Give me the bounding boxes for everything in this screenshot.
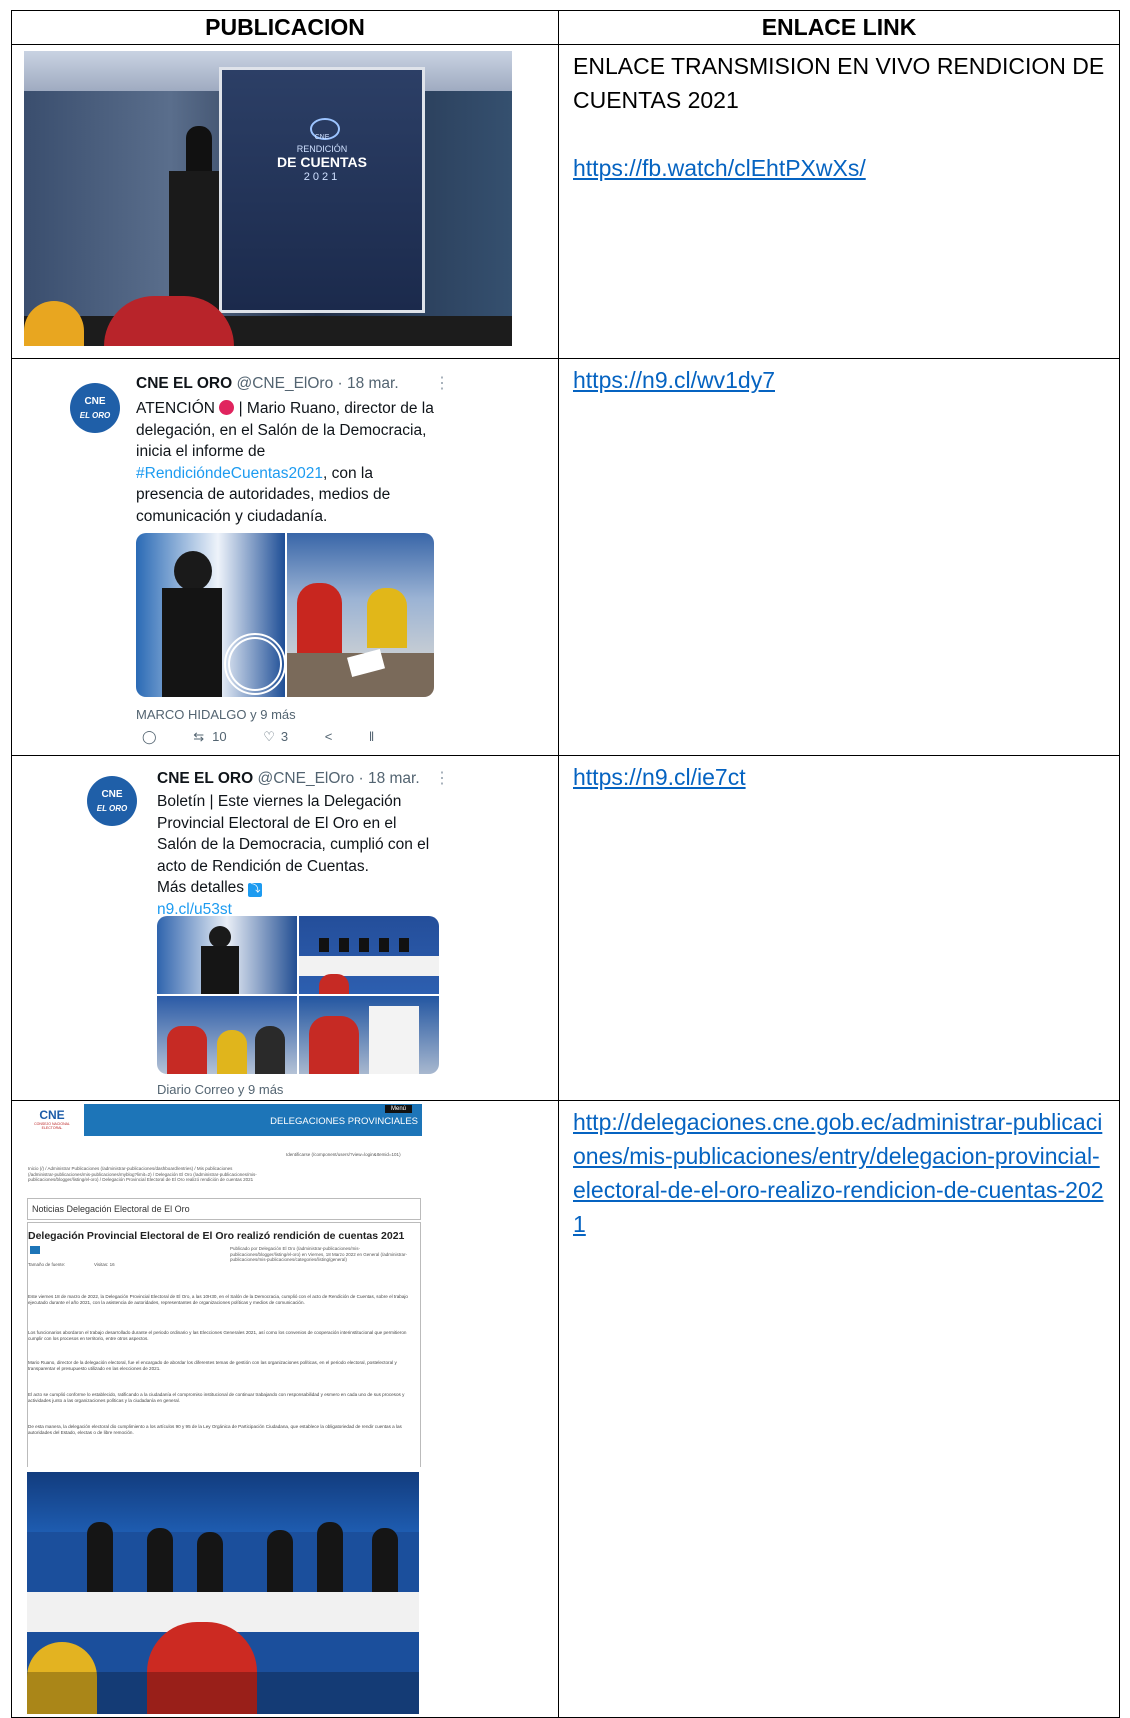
tweet-text: ATENCIÓN | Mario Ruano, director de la d… bbox=[136, 400, 434, 525]
like-icon[interactable]: ♡ bbox=[263, 729, 275, 744]
like-count: 3 bbox=[280, 729, 289, 744]
short-link[interactable]: n9.cl/u53st bbox=[157, 901, 232, 918]
retweet-icon[interactable]: ⇆ bbox=[193, 729, 204, 744]
article-paragraph: Este viernes 18 de marzo de 2022, la Del… bbox=[28, 1294, 408, 1305]
article-paragraph: Los funcionarios abordaron el trabajo de… bbox=[28, 1330, 407, 1341]
article-paragraph: El acto se cumplió conforme lo estableci… bbox=[28, 1392, 405, 1403]
n9-link[interactable]: https://n9.cl/wv1dy7 bbox=[573, 367, 775, 393]
tweet-photo bbox=[136, 533, 285, 697]
site-title: DELEGACIONES PROVINCIALES bbox=[270, 1116, 418, 1127]
retweet-count: 10 bbox=[212, 729, 227, 744]
section-title: Noticias Delegación Electoral de El Oro bbox=[32, 1204, 190, 1214]
publication-cell: CNE CONSEJO NACIONAL ELECTORAL Menú DELEG… bbox=[11, 1100, 559, 1718]
webpage-screenshot: CNE CONSEJO NACIONAL ELECTORAL Menú DELEG… bbox=[24, 1104, 422, 1714]
tweet-images[interactable] bbox=[136, 533, 434, 697]
article-paragraph: De esta manera, la delegación electoral … bbox=[28, 1424, 402, 1435]
n9-link[interactable]: https://n9.cl/ie7ct bbox=[573, 764, 746, 790]
cne-avatar[interactable]: CNE EL ORO bbox=[70, 383, 120, 433]
views-count: Visitas: 16 bbox=[94, 1262, 115, 1267]
livestream-photo: CNE RENDICIÓN DE CUENTAS 2021 bbox=[24, 51, 512, 346]
more-options-icon[interactable]: ⋮ bbox=[434, 768, 450, 788]
publication-cell: CNE EL ORO CNE EL ORO @CNE_ElOro · 18 ma… bbox=[11, 755, 559, 1121]
link-cell: ENLACE TRANSMISION EN VIVO RENDICION DE … bbox=[558, 44, 1120, 359]
event-photo bbox=[27, 1472, 419, 1714]
site-header: Menú DELEGACIONES PROVINCIALES bbox=[84, 1104, 422, 1136]
tweet-photo bbox=[157, 996, 297, 1074]
header-publicacion: PUBLICACION bbox=[11, 10, 559, 45]
table-row: CNE CONSEJO NACIONAL ELECTORAL Menú DELEG… bbox=[11, 1100, 1120, 1718]
tweet-author[interactable]: CNE EL ORO bbox=[136, 375, 232, 392]
tweet-handle: @CNE_ElOro · 18 mar. bbox=[257, 770, 420, 787]
tweet-text: Boletín | Este viernes la Delegación Pro… bbox=[157, 793, 430, 918]
tweet-card: CNE EL ORO CNE EL ORO @CNE_ElOro · 18 ma… bbox=[64, 373, 450, 745]
font-size-label: Tamaño de fuente: bbox=[28, 1262, 66, 1267]
tweet-actions: ◯ ⇆ 10 ♡ 3 < ‖ bbox=[142, 729, 407, 745]
blogger-icon[interactable] bbox=[30, 1246, 40, 1254]
section-box: Noticias Delegación Electoral de El Oro bbox=[27, 1198, 421, 1220]
likers-text[interactable]: Diario Correo y 9 más bbox=[157, 1082, 283, 1097]
reply-icon[interactable]: ◯ bbox=[142, 729, 157, 744]
tweet-images[interactable] bbox=[157, 916, 439, 1074]
publication-cell: CNE RENDICIÓN DE CUENTAS 2021 bbox=[11, 44, 559, 359]
publications-table: PUBLICACION ENLACE LINK CNE RENDICIÓN DE… bbox=[11, 10, 1120, 1718]
post-title: Delegación Provincial Electoral de El Or… bbox=[28, 1230, 405, 1242]
tweet-card: CNE EL ORO CNE EL ORO @CNE_ElOro · 18 ma… bbox=[84, 770, 450, 1121]
tweet-photo bbox=[287, 533, 434, 697]
likers-text[interactable]: MARCO HIDALGO y 9 más bbox=[136, 707, 296, 722]
tweet-handle: @CNE_ElOro · 18 mar. bbox=[236, 375, 399, 392]
table-row: CNE RENDICIÓN DE CUENTAS 2021 ENLACE TRA… bbox=[11, 44, 1120, 359]
hashtag-link[interactable]: #RendicióndeCuentas2021 bbox=[136, 465, 323, 482]
table-row: CNE EL ORO CNE EL ORO @CNE_ElOro · 18 ma… bbox=[11, 358, 1120, 756]
link-cell: https://n9.cl/wv1dy7 bbox=[558, 358, 1120, 756]
table-row: CNE EL ORO CNE EL ORO @CNE_ElOro · 18 ma… bbox=[11, 755, 1120, 1121]
red-circle-icon bbox=[219, 400, 235, 415]
cne-avatar[interactable]: CNE EL ORO bbox=[87, 776, 137, 826]
tweet-photo bbox=[157, 916, 297, 994]
fb-watch-link[interactable]: https://fb.watch/clEhtPXwXs/ bbox=[573, 155, 866, 181]
tweet-photo bbox=[299, 916, 439, 994]
projection-screen: CNE RENDICIÓN DE CUENTAS 2021 bbox=[219, 67, 425, 313]
article-paragraph: Mario Ruano, director de la delegación e… bbox=[28, 1360, 397, 1371]
header-enlace-link: ENLACE LINK bbox=[558, 10, 1120, 45]
more-options-icon[interactable]: ⋮ bbox=[434, 373, 450, 393]
link-cell: http://delegaciones.cne.gob.ec/administr… bbox=[558, 1100, 1120, 1718]
published-by: Publicado por Delegación El Oro (/admini… bbox=[230, 1246, 408, 1262]
tweet-author[interactable]: CNE EL ORO bbox=[157, 770, 253, 787]
share-icon[interactable]: < bbox=[325, 729, 333, 744]
breadcrumb: Inicio (/) / Administrar Publicaciones (… bbox=[28, 1166, 257, 1182]
publication-cell: CNE EL ORO CNE EL ORO @CNE_ElOro · 18 ma… bbox=[11, 358, 559, 756]
link-cell: https://n9.cl/ie7ct bbox=[558, 755, 1120, 1101]
login-link[interactable]: Identificarse (/component/users/?view=lo… bbox=[286, 1152, 422, 1158]
link-title: ENLACE TRANSMISION EN VIVO RENDICION DE … bbox=[573, 53, 1105, 113]
delegaciones-link[interactable]: http://delegaciones.cne.gob.ec/administr… bbox=[573, 1109, 1104, 1237]
arrow-down-right-icon: ⤵ bbox=[248, 883, 263, 897]
menu-button[interactable]: Menú bbox=[384, 1105, 412, 1113]
analytics-icon[interactable]: ‖ bbox=[369, 729, 374, 744]
cne-logo[interactable]: CNE CONSEJO NACIONAL ELECTORAL bbox=[27, 1108, 77, 1130]
tweet-photo bbox=[299, 996, 439, 1074]
header-row: PUBLICACION ENLACE LINK bbox=[11, 10, 1120, 45]
